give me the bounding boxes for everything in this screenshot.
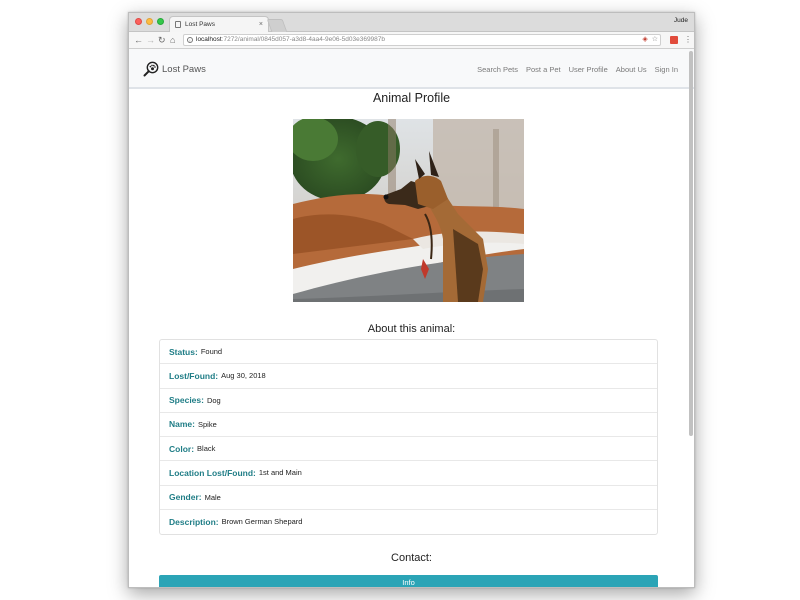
site-info-icon[interactable]: i (187, 37, 193, 43)
detail-row-status: Status: Found (160, 340, 657, 365)
detail-label: Gender: (169, 492, 202, 503)
detail-label: Name: (169, 419, 195, 430)
detail-value: Aug 30, 2018 (221, 371, 266, 381)
animal-photo (293, 119, 524, 302)
home-icon[interactable]: ⌂ (170, 34, 175, 46)
detail-value: Spike (197, 419, 217, 429)
address-bar[interactable]: i localhost:7272/animal/0845d057-a3d8-4a… (183, 34, 661, 46)
detail-label: Location Lost/Found: (169, 467, 256, 478)
nav-sign-in[interactable]: Sign In (655, 65, 678, 74)
minimize-window-button[interactable] (146, 18, 153, 25)
reload-icon[interactable]: ↻ (158, 34, 166, 46)
detail-row-location: Location Lost/Found: 1st and Main (160, 461, 657, 486)
page-icon (175, 21, 181, 28)
page-scrollbar[interactable] (689, 51, 693, 436)
browser-tab-active[interactable]: Lost Paws × (169, 16, 269, 32)
brand-name: Lost Paws (162, 63, 206, 75)
url-host: localhost (196, 36, 222, 43)
info-button[interactable]: Info (159, 575, 658, 587)
browser-window: Lost Paws × Jude ← → ↻ ⌂ i localhost:727… (128, 12, 695, 588)
magnifier-paw-icon (143, 61, 159, 77)
detail-row-color: Color: Black (160, 437, 657, 462)
detail-row-name: Name: Spike (160, 413, 657, 437)
detail-value: Dog (206, 395, 221, 405)
dog-photo-image (293, 119, 524, 302)
maximize-window-button[interactable] (157, 18, 164, 25)
detail-row-species: Species: Dog (160, 389, 657, 413)
window-controls (135, 18, 164, 25)
site-navbar: Lost Paws Search Pets Post a Pet User Pr… (129, 49, 694, 89)
nav-search-pets[interactable]: Search Pets (477, 65, 518, 74)
forward-icon[interactable]: → (146, 34, 155, 46)
nav-about-us[interactable]: About Us (616, 65, 647, 74)
browser-profile-name[interactable]: Jude (674, 17, 688, 24)
detail-label: Description: (169, 516, 219, 527)
detail-row-gender: Gender: Male (160, 486, 657, 510)
new-tab-button[interactable] (266, 19, 288, 32)
detail-label: Species: (169, 395, 204, 406)
page-title: Animal Profile (372, 91, 451, 105)
bookmark-star-icon[interactable]: ☆ (652, 35, 658, 45)
web-page: Lost Paws Search Pets Post a Pet User Pr… (129, 49, 694, 587)
browser-menu-icon[interactable]: ⋮ (684, 34, 692, 46)
detail-value: 1st and Main (258, 468, 302, 478)
translate-icon[interactable]: ◈ (642, 35, 647, 45)
detail-label: Color: (169, 443, 195, 454)
back-icon[interactable]: ← (134, 34, 143, 46)
contact-section-title: Contact: (391, 552, 432, 564)
extension-icon[interactable] (670, 36, 678, 44)
tab-title: Lost Paws (185, 21, 215, 28)
detail-row-description: Description: Brown German Shepard (160, 510, 657, 534)
detail-value: Male (204, 492, 221, 502)
animal-details-list: Status: Found Lost/Found: Aug 30, 2018 S… (159, 339, 658, 535)
close-window-button[interactable] (135, 18, 142, 25)
nav-post-pet[interactable]: Post a Pet (526, 65, 561, 74)
tab-close-icon[interactable]: × (259, 21, 263, 28)
nav-user-profile[interactable]: User Profile (569, 65, 608, 74)
browser-toolbar: ← → ↻ ⌂ i localhost:7272/animal/0845d057… (129, 32, 694, 49)
about-section-title: About this animal: (367, 323, 456, 335)
detail-value: Brown German Shepard (221, 517, 303, 527)
detail-value: Found (200, 347, 223, 357)
url-path: :7272/animal/0845d057-a3d8-4aa4-9e06-5d0… (221, 36, 386, 43)
brand-link[interactable]: Lost Paws (143, 49, 206, 89)
detail-label: Status: (169, 346, 198, 357)
detail-label: Lost/Found: (169, 370, 219, 381)
detail-value: Black (197, 444, 216, 454)
nav-links: Search Pets Post a Pet User Profile Abou… (477, 49, 678, 89)
detail-row-lost-found: Lost/Found: Aug 30, 2018 (160, 364, 657, 389)
tab-strip: Lost Paws × Jude (129, 13, 694, 32)
